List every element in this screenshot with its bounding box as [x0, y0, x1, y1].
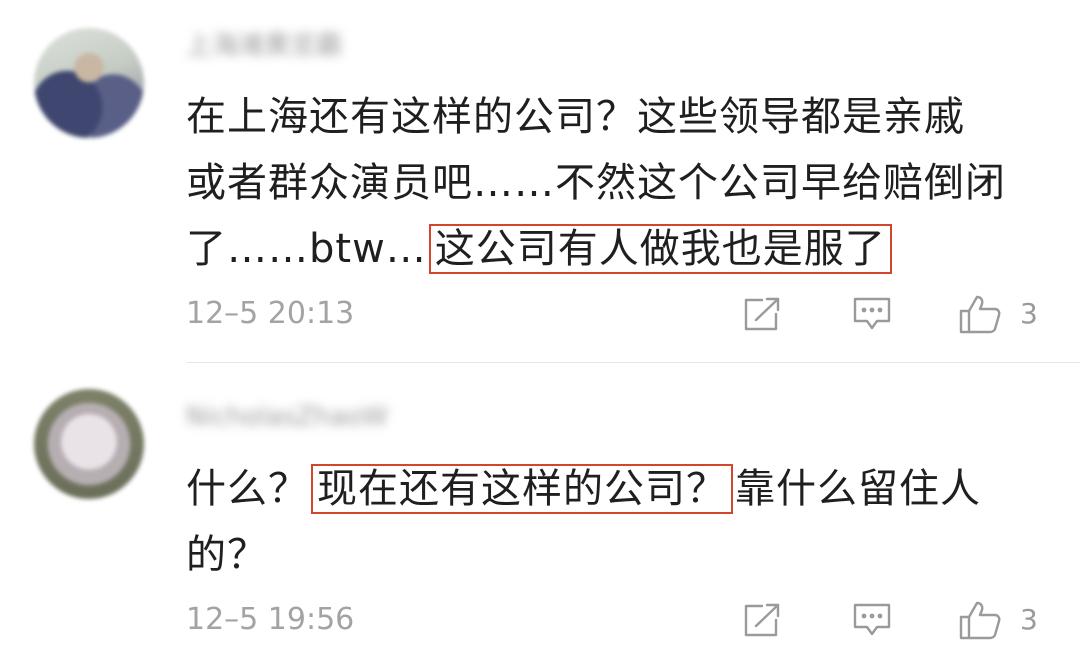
comment-line: 在上海还有这样的公司？这些领导都是亲戚: [186, 84, 1046, 150]
comment-reply-icon[interactable]: [852, 602, 892, 638]
timestamp: 12–5 20:13: [186, 296, 355, 331]
comment-line: 的？: [186, 522, 1046, 588]
comment-item: NicholasZhaoW 什么？ 现在还有这样的公司？ 靠什么留住人 的？ 12–…: [0, 363, 1080, 660]
comment-text-segment: 的？: [186, 532, 268, 578]
comment-meta: 12–5 19:56 3: [186, 600, 1080, 640]
thumbs-up-icon[interactable]: [958, 294, 1002, 334]
comment-text-segment: 或者群众演员吧……不然这个公司早给赔倒闭: [186, 160, 1006, 206]
comment-line: 什么？ 现在还有这样的公司？ 靠什么留住人: [186, 456, 1046, 522]
thumbs-up-icon[interactable]: [958, 600, 1002, 640]
share-icon[interactable]: [742, 602, 782, 638]
avatar[interactable]: [34, 389, 144, 499]
avatar[interactable]: [34, 28, 144, 138]
comment-text-segment: 什么？: [186, 466, 309, 512]
like-count: 3: [1020, 297, 1038, 330]
comment-item: 上海滩黄览霸 在上海还有这样的公司？这些领导都是亲戚 或者群众演员吧……不然这个…: [0, 0, 1080, 362]
comment-text: 在上海还有这样的公司？这些领导都是亲戚 或者群众演员吧……不然这个公司早给赔倒闭…: [186, 84, 1046, 282]
username[interactable]: NicholasZhaoW: [186, 401, 388, 433]
comment-reply-icon[interactable]: [852, 296, 892, 332]
comment-text-segment: 了……btw…: [186, 226, 427, 272]
comment-text-segment: 在上海还有这样的公司？这些领导都是亲戚: [186, 94, 965, 140]
highlighted-text: 现在还有这样的公司？: [311, 464, 733, 514]
username[interactable]: 上海滩黄览霸: [186, 30, 342, 62]
like-count: 3: [1020, 603, 1038, 636]
comment-meta: 12–5 20:13 3: [186, 294, 1080, 334]
comment-text-segment: 靠什么留住人: [735, 466, 981, 512]
share-icon[interactable]: [742, 296, 782, 332]
timestamp: 12–5 19:56: [186, 602, 355, 637]
highlighted-text: 这公司有人做我也是服了: [428, 224, 892, 274]
comment-line: 了……btw… 这公司有人做我也是服了: [186, 216, 1046, 282]
comment-text: 什么？ 现在还有这样的公司？ 靠什么留住人 的？: [186, 456, 1046, 588]
comment-line: 或者群众演员吧……不然这个公司早给赔倒闭: [186, 150, 1046, 216]
